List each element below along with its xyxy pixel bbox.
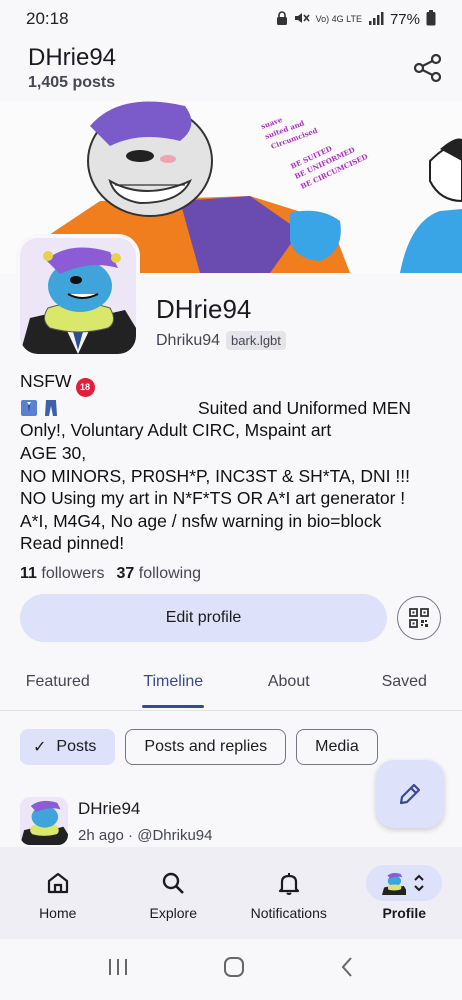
- post-meta: 2h ago · @Dhriku94: [78, 827, 213, 844]
- network-label: Vo) 4G LTE: [315, 13, 362, 24]
- filter-chips: ✓ Posts Posts and replies Media: [20, 729, 378, 765]
- profile-handle: Dhriku94: [156, 331, 221, 349]
- share-icon[interactable]: [410, 50, 446, 86]
- instance-badge[interactable]: bark.lgbt: [226, 331, 286, 350]
- pencil-icon: [399, 783, 421, 805]
- tabs-divider: [0, 710, 462, 711]
- bottom-navigation: Home Explore Notifications Profile: [0, 847, 462, 939]
- back-icon[interactable]: [339, 956, 355, 983]
- home-button-icon[interactable]: [223, 956, 245, 983]
- post-author-name: DHrie94: [78, 799, 141, 818]
- follow-stats: 11 followers 37 following: [20, 565, 201, 583]
- system-navigation-bar: [0, 939, 462, 1000]
- nav-explore[interactable]: Explore: [116, 847, 232, 939]
- bell-icon: [276, 867, 302, 899]
- mute-icon: [294, 11, 310, 28]
- profile-tabs: Featured Timeline About Saved: [0, 660, 462, 710]
- bio-line-3: Only!, Voluntary Adult CIRC, Mspaint art: [20, 420, 332, 441]
- bio-line-5: NO MINORS, PR0SH*P, INC3ST & SH*TA, DNI …: [20, 465, 410, 486]
- nav-home[interactable]: Home: [0, 847, 116, 939]
- unfold-icon: [414, 874, 424, 892]
- search-icon: [160, 867, 186, 899]
- no-under-18-icon: 18: [75, 377, 95, 397]
- jeans-icon: [45, 400, 57, 417]
- filter-posts-and-replies-chip[interactable]: Posts and replies: [125, 729, 287, 765]
- bio-line-2: Suited and Uniformed MEN: [20, 397, 450, 420]
- bio-line-1: NSFW 18: [20, 370, 450, 397]
- status-icons: Vo) 4G LTE 77%: [276, 9, 436, 29]
- nav-notifications[interactable]: Notifications: [231, 847, 347, 939]
- bio-line-4: AGE 30,: [20, 442, 87, 463]
- profile-handle-row: Dhriku94 bark.lgbt: [156, 331, 286, 350]
- app-header: DHrie94 1,405 posts: [0, 38, 462, 100]
- filter-media-chip[interactable]: Media: [296, 729, 378, 765]
- qr-code-icon[interactable]: [397, 596, 441, 640]
- tab-indicator: [142, 705, 205, 708]
- following-link[interactable]: 37 following: [117, 565, 202, 583]
- bio-line-7: A*I, M4G4, No age / nsfw warning in bio=…: [20, 510, 382, 531]
- tab-featured[interactable]: Featured: [0, 660, 116, 710]
- shirt-tie-icon: [21, 400, 37, 417]
- post-author-avatar[interactable]: [20, 797, 68, 845]
- compose-button[interactable]: [376, 760, 444, 828]
- tab-saved[interactable]: Saved: [347, 660, 462, 710]
- lock-icon: [276, 10, 288, 28]
- recents-icon[interactable]: [107, 957, 129, 982]
- bio-line-8: Read pinned!: [20, 533, 125, 554]
- battery-icon: [426, 9, 436, 29]
- tab-timeline[interactable]: Timeline: [116, 660, 232, 710]
- status-time: 20:18: [26, 9, 69, 28]
- signal-icon: [368, 11, 384, 28]
- nav-profile[interactable]: Profile: [347, 847, 462, 939]
- tab-about[interactable]: About: [231, 660, 347, 710]
- profile-switcher[interactable]: [366, 865, 443, 901]
- header-title: DHrie94: [28, 44, 117, 71]
- bio-line-6: NO Using my art in N*F*TS OR A*I art gen…: [20, 488, 406, 509]
- filter-posts-chip[interactable]: ✓ Posts: [20, 729, 116, 765]
- profile-bio: NSFW 18 Suited and Uniformed MEN Only!, V…: [20, 370, 450, 555]
- edit-profile-button[interactable]: Edit profile: [20, 594, 387, 642]
- battery-percent: 77%: [389, 10, 420, 28]
- avatar-switch-icon: [382, 872, 407, 895]
- check-icon: ✓: [33, 739, 47, 756]
- home-icon: [45, 867, 71, 899]
- profile-display-name: DHrie94: [156, 294, 252, 324]
- followers-link[interactable]: 11 followers: [20, 565, 105, 583]
- status-bar: 20:18 Vo) 4G LTE 77%: [0, 0, 462, 38]
- header-post-count: 1,405 posts: [28, 74, 116, 91]
- profile-avatar[interactable]: [16, 234, 140, 358]
